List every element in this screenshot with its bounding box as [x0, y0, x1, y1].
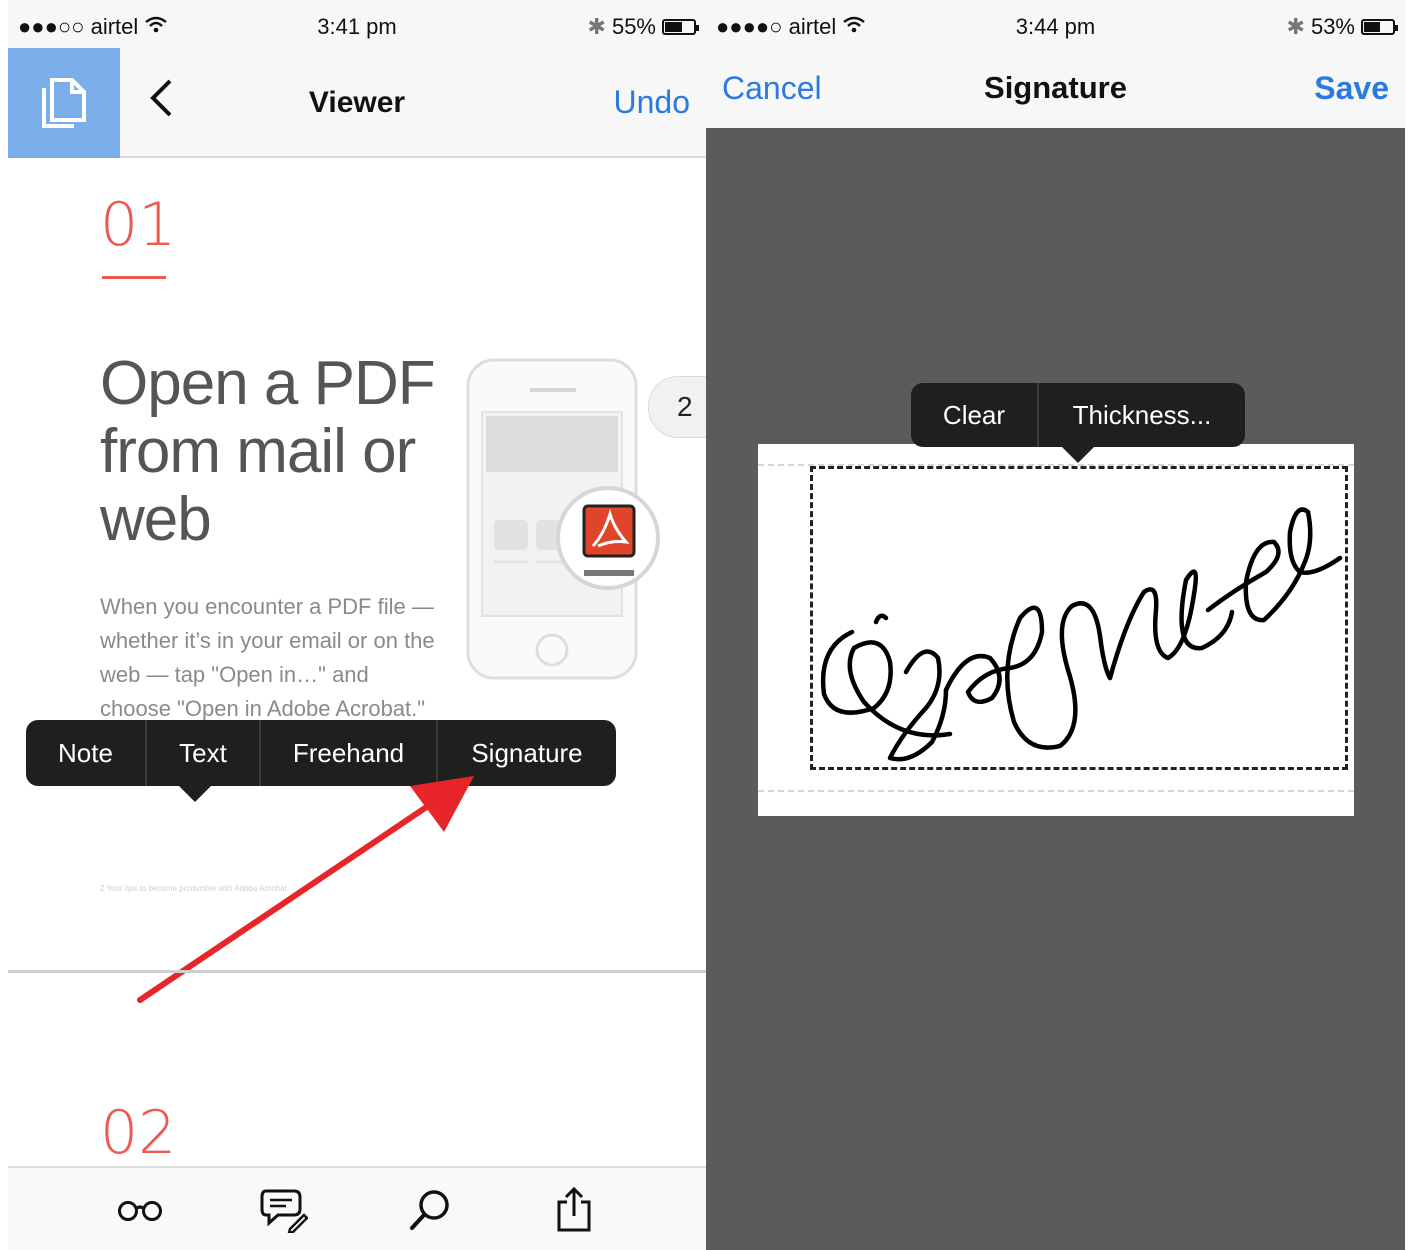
status-right: ✱ 55% — [587, 14, 699, 40]
signal-icon: ●●●○○ — [18, 14, 85, 39]
phone-illustration — [466, 358, 660, 680]
share-icon[interactable] — [548, 1184, 600, 1236]
viewer-screen: 3:41 pm ●●●○○ airtel ✱ 55% Viewer Undo 0… — [8, 0, 706, 1250]
battery-icon — [1361, 19, 1398, 35]
nav-bar: Viewer Undo — [8, 48, 706, 158]
step-number-2: 02 — [100, 1098, 177, 1168]
reading-mode-icon[interactable] — [114, 1184, 166, 1236]
carrier-name-right: airtel — [788, 14, 837, 39]
step-number: 01 — [100, 190, 177, 260]
page-indicator-number: 2 — [677, 391, 693, 422]
guide-line-bottom — [758, 790, 1354, 792]
status-carrier: ●●●○○ airtel — [18, 14, 168, 40]
battery-percent-right: 53% — [1310, 14, 1355, 39]
signature-menu-pointer — [1062, 447, 1094, 463]
wifi-icon — [842, 14, 866, 39]
thickness-button[interactable]: Thickness... — [1039, 383, 1245, 447]
bottom-toolbar — [8, 1166, 706, 1250]
signal-icon: ●●●●○ — [716, 14, 783, 39]
bluetooth-icon: ✱ — [587, 14, 606, 39]
step-heading: Open a PDF from mail or web — [100, 349, 436, 554]
signature-nav-bar: Cancel Signature Save — [706, 48, 1405, 128]
status-carrier-right: ●●●●○ airtel — [716, 14, 866, 40]
clear-button[interactable]: Clear — [911, 383, 1039, 447]
signature-menu: Clear Thickness... — [911, 383, 1245, 447]
step-description: When you encounter a PDF file —whether i… — [100, 594, 435, 721]
carrier-name: airtel — [90, 14, 139, 39]
page-indicator[interactable]: 2 — [648, 376, 706, 438]
bluetooth-icon: ✱ — [1286, 14, 1305, 39]
step-underline — [102, 276, 166, 279]
save-button[interactable]: Save — [1314, 70, 1389, 107]
battery-icon — [662, 19, 699, 35]
battery-percent: 55% — [611, 14, 656, 39]
signature-pad[interactable] — [758, 444, 1354, 816]
page-divider — [8, 970, 706, 973]
signature-title: Signature — [984, 70, 1127, 105]
comment-icon[interactable] — [258, 1184, 310, 1236]
search-icon[interactable] — [404, 1184, 456, 1236]
page-title: Viewer — [308, 86, 406, 119]
undo-button[interactable]: Undo — [614, 84, 691, 121]
signature-drawing — [820, 507, 1343, 762]
status-bar: 3:41 pm ●●●○○ airtel ✱ 55% — [8, 0, 706, 48]
status-right: ✱ 53% — [1286, 14, 1398, 40]
signature-screen: 3:44 pm ●●●●○ airtel ✱ 53% Cancel Signat… — [706, 0, 1405, 1250]
wifi-icon — [144, 14, 168, 39]
status-bar-right: 3:44 pm ●●●●○ airtel ✱ 53% — [706, 0, 1405, 48]
